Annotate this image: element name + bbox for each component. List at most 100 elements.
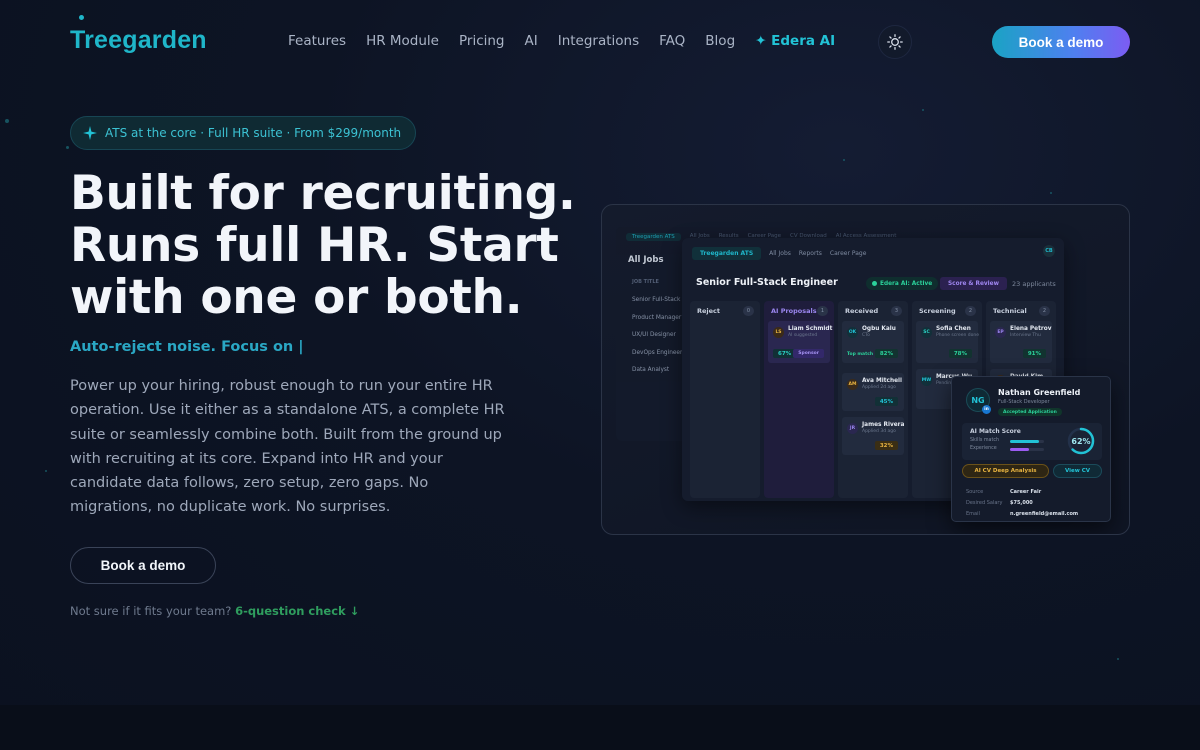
candidate-name: James Rivera: [862, 422, 905, 428]
candidate-card: LS Liam Schmidt AI suggested 67% Sponsor: [768, 321, 833, 363]
nav-hr-module[interactable]: HR Module: [366, 33, 439, 49]
match-percent: 45%: [874, 397, 898, 406]
candidate-avatar: LS: [773, 327, 784, 338]
candidate-card: AM Ava Mitchell Applied 2d ago 45%: [842, 373, 904, 411]
decor-dot: [922, 109, 924, 111]
main-menu: Features HR Module Pricing AI Integratio…: [288, 33, 855, 49]
hero-pill: ATS at the core · Full HR suite · From $…: [70, 116, 417, 150]
candidate-name: Liam Schmidt: [788, 326, 833, 332]
candidate-sub: CTo: [862, 333, 870, 338]
candidate-name: Elena Petrov: [1010, 326, 1052, 332]
candidate-tag: Sponsor: [793, 349, 824, 358]
hero-paragraph: Power up your hiring, robust enough to r…: [70, 378, 505, 516]
user-avatar: CB: [1043, 245, 1055, 257]
decor-dot: [45, 470, 47, 472]
candidate-sub: AI suggested: [788, 333, 818, 338]
theme-toggle-button[interactable]: [878, 25, 912, 59]
fit-check-prefix: Not sure if it fits your team?: [70, 604, 232, 618]
status-dot-icon: [872, 281, 877, 286]
book-demo-nav-button[interactable]: Book a demo: [992, 26, 1130, 58]
column-title: Received: [845, 307, 879, 315]
column-title: Screening: [919, 307, 956, 315]
pipeline-tab: All Jobs: [769, 250, 791, 257]
all-jobs-title: All Jobs: [628, 255, 664, 265]
candidate-avatar: SC: [921, 327, 932, 338]
match-percent: 91%: [1022, 349, 1046, 358]
column-count: 3: [891, 306, 902, 316]
score-review-button: Score & Review: [940, 277, 1007, 290]
match-title: AI Match Score: [970, 428, 1021, 435]
column-title: Technical: [993, 307, 1027, 315]
fit-check-line: Not sure if it fits your team? 6-questio…: [70, 604, 359, 618]
pipeline-tab: Career Page: [829, 250, 867, 257]
pipeline-job-title: Senior Full-Stack Engineer: [696, 277, 838, 288]
skills-bar: [1010, 440, 1044, 443]
logo[interactable]: Treegarden: [70, 26, 207, 55]
candidate-card: OK Ogbu Kalu CTo Top match 82%: [842, 321, 904, 363]
candidate-card: JR James Rivera Applied 3d ago 32%: [842, 417, 904, 455]
pipeline-tab: Treegarden ATS: [692, 247, 762, 260]
skills-bar-fill: [1010, 440, 1039, 443]
headline-line-1: Built for recruiting.: [70, 166, 576, 221]
field-key: Desired Salary: [966, 500, 1003, 506]
decor-dot: [5, 119, 9, 123]
book-demo-hero-button[interactable]: Book a demo: [70, 547, 216, 584]
ai-cv-analysis-button: AI CV Deep Analysis: [962, 464, 1049, 478]
back-tab: Treegarden ATS: [626, 233, 681, 241]
pipeline-column: Received 3 OK Ogbu Kalu CTo Top match 82…: [838, 301, 908, 498]
job-row: UX/UI Designer: [632, 332, 676, 338]
job-row: Data Analyst: [632, 367, 670, 373]
linkedin-icon: in: [982, 405, 991, 414]
pipeline-tabs: Treegarden ATS All Jobs Reports Career P…: [692, 247, 866, 260]
candidate-avatar: EP: [995, 327, 1006, 338]
job-row: DevOps Engineer: [632, 350, 683, 356]
hero-headline: Built for recruiting. Runs full HR. Star…: [70, 168, 590, 324]
candidate-name: Ava Mitchell: [862, 378, 902, 384]
headline-line-3: with one or both.: [70, 270, 523, 325]
match-score-value: 62%: [1071, 436, 1091, 446]
column-count: 0: [743, 306, 754, 316]
nav-blog[interactable]: Blog: [705, 33, 735, 49]
logo-dot: [79, 15, 84, 20]
experience-label: Experience: [970, 446, 997, 451]
candidate-sub: Phone screen done: [936, 333, 979, 338]
match-percent: 32%: [874, 441, 898, 450]
hero-pill-text: ATS at the core · Full HR suite · From $…: [105, 126, 402, 140]
field-value: $75,000: [1010, 500, 1033, 506]
ai-match-panel: AI Match Score Skills match Experience 6…: [962, 423, 1102, 460]
headline-line-2: Runs full HR. Start: [70, 218, 559, 273]
sparkle-icon: [83, 126, 97, 140]
column-title: AI Proposals: [771, 307, 817, 315]
skills-label: Skills match: [970, 438, 1000, 443]
nav-edera-ai[interactable]: ✦ Edera AI: [755, 33, 835, 49]
view-cv-button: View CV: [1053, 464, 1102, 478]
typed-tagline: Auto-reject noise. Focus on |: [70, 339, 304, 355]
field-value: n.greenfield@email.com: [1010, 511, 1079, 517]
footer-band: [0, 705, 1200, 750]
field-value: Career Fair: [1010, 489, 1042, 495]
job-title-header: JOB TITLE: [632, 279, 659, 285]
field-key: Email: [966, 511, 980, 517]
decor-dot: [1117, 658, 1119, 660]
nav-pricing[interactable]: Pricing: [459, 33, 505, 49]
candidate-sub: Applied 2d ago: [862, 385, 896, 390]
ai-status-text: Edera AI: Active: [880, 280, 933, 287]
candidate-avatar: MW: [921, 375, 932, 386]
candidate-sub: Applied 3d ago: [862, 429, 896, 434]
fit-check-link[interactable]: 6-question check ↓: [235, 604, 359, 618]
match-percent: 78%: [948, 349, 972, 358]
pipeline-column: AI Proposals 1 LS Liam Schmidt AI sugges…: [764, 301, 834, 498]
profile-status-badge: Accepted Application: [998, 408, 1062, 416]
nav-features[interactable]: Features: [288, 33, 346, 49]
decor-dot: [843, 159, 845, 161]
profile-name: Nathan Greenfield: [998, 388, 1081, 397]
field-key: Source: [966, 489, 984, 495]
nav-faq[interactable]: FAQ: [659, 33, 685, 49]
candidate-card: EP Elena Petrov Interview Thu 91%: [990, 321, 1052, 363]
column-count: 1: [817, 306, 828, 316]
nav-integrations[interactable]: Integrations: [558, 33, 639, 49]
column-count: 2: [965, 306, 976, 316]
candidate-avatar: AM: [847, 379, 858, 390]
column-title: Reject: [697, 307, 721, 315]
nav-ai[interactable]: AI: [525, 33, 538, 49]
